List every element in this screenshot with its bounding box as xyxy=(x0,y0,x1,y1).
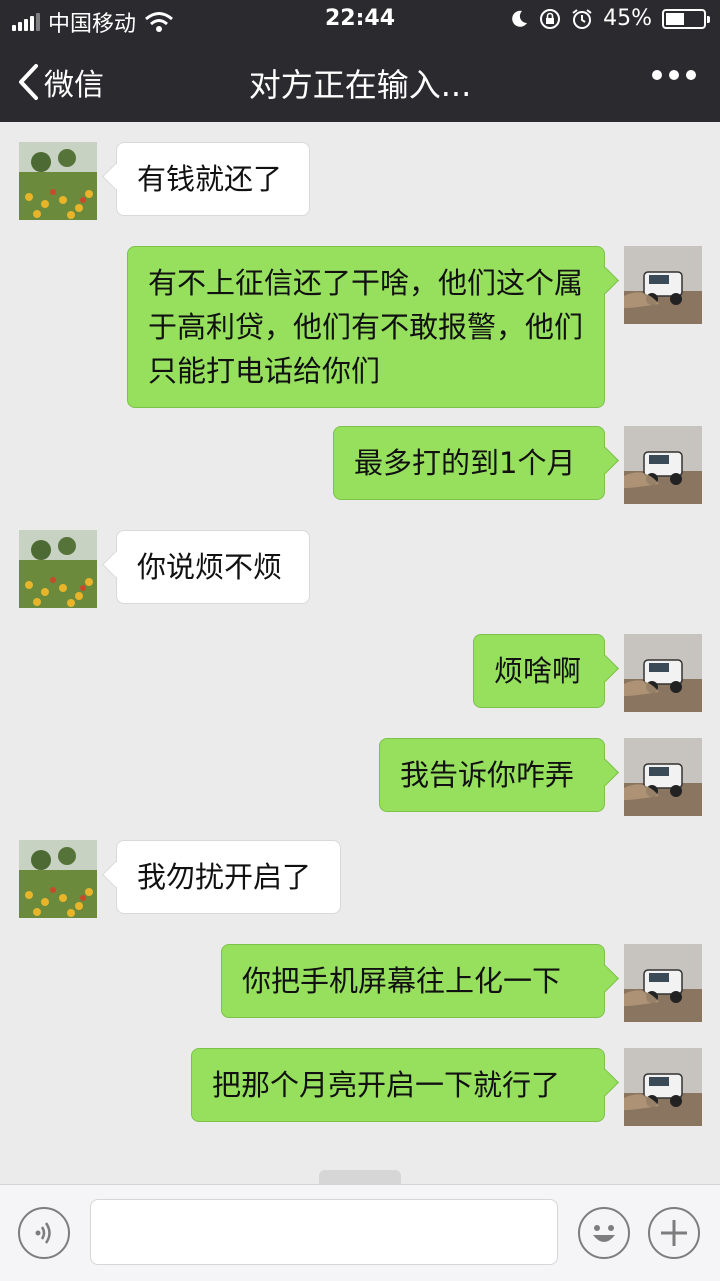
sent-message[interactable]: 把那个月亮开启一下就行了 xyxy=(191,1048,605,1122)
more-dots-icon xyxy=(652,70,662,80)
status-bar: 中国移动 22:44 45% xyxy=(0,0,720,40)
voice-icon xyxy=(35,1222,51,1244)
sent-message[interactable]: 我告诉你咋弄 xyxy=(379,738,605,812)
voice-button[interactable] xyxy=(18,1207,70,1259)
time-divider xyxy=(319,1170,401,1184)
my-avatar[interactable] xyxy=(624,634,702,712)
contact-avatar[interactable] xyxy=(19,142,97,220)
add-button[interactable] xyxy=(648,1207,700,1259)
my-avatar[interactable] xyxy=(624,246,702,324)
nav-bar: 微信 对方正在输入... xyxy=(0,40,720,122)
received-message[interactable]: 我勿扰开启了 xyxy=(116,840,341,914)
emoji-button[interactable] xyxy=(578,1207,630,1259)
status-right: 45% xyxy=(509,6,710,31)
received-message[interactable]: 你说烦不烦 xyxy=(116,530,310,604)
chat-title: 对方正在输入... xyxy=(248,66,472,104)
emoji-icon xyxy=(593,1225,615,1242)
contact-avatar[interactable] xyxy=(19,530,97,608)
sent-message[interactable]: 烦啥啊 xyxy=(473,634,605,708)
sent-message[interactable]: 你把手机屏幕往上化一下 xyxy=(221,944,605,1018)
received-message[interactable]: 有钱就还了 xyxy=(116,142,310,216)
input-bar xyxy=(0,1184,720,1281)
my-avatar[interactable] xyxy=(624,738,702,816)
moon-icon xyxy=(512,10,528,27)
my-avatar[interactable] xyxy=(624,426,702,504)
battery-percent: 45% xyxy=(603,6,652,31)
chat-area[interactable]: 有钱就还了 有不上征信还了干啥，他们这个属于高利贷，他们有不敢报警，他们只能打电… xyxy=(0,122,720,1184)
sent-message[interactable]: 有不上征信还了干啥，他们这个属于高利贷，他们有不敢报警，他们只能打电话给你们 xyxy=(127,246,605,408)
contact-avatar[interactable] xyxy=(19,840,97,918)
my-avatar[interactable] xyxy=(624,944,702,1022)
sent-message[interactable]: 最多打的到1个月 xyxy=(333,426,605,500)
alarm-icon xyxy=(572,8,592,29)
more-button[interactable] xyxy=(652,70,696,80)
rotation-lock-icon xyxy=(540,8,561,29)
message-input[interactable] xyxy=(90,1199,558,1265)
battery-icon xyxy=(662,8,710,29)
my-avatar[interactable] xyxy=(624,1048,702,1126)
plus-icon xyxy=(661,1220,687,1246)
